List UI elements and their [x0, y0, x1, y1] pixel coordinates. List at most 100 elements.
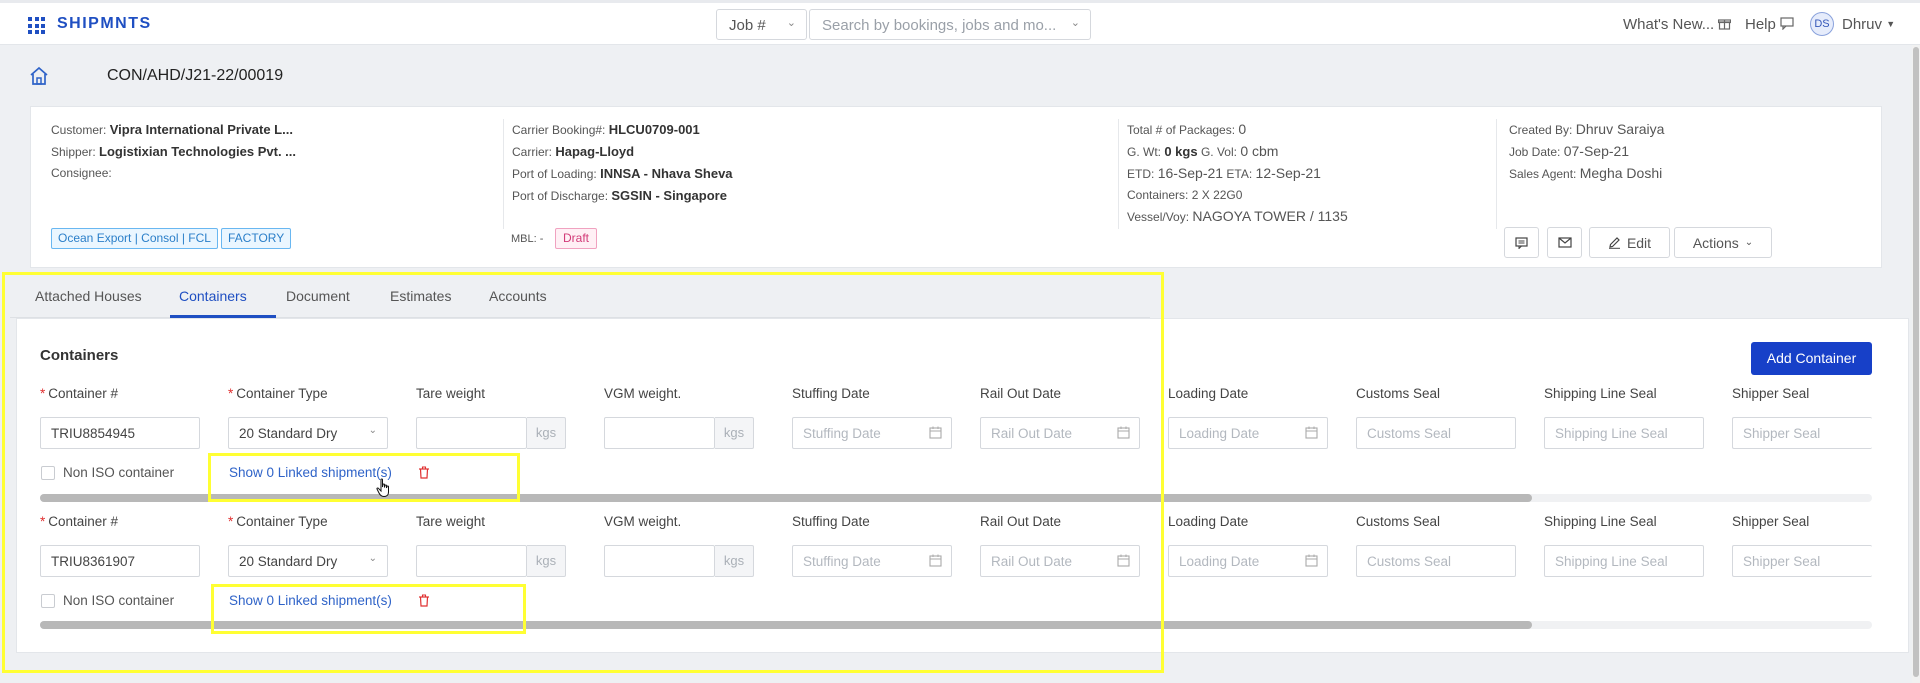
page-scrollbar-thumb[interactable]	[1913, 47, 1919, 677]
tab-bar-background	[1150, 274, 1910, 318]
page-scrollbar[interactable]	[1912, 45, 1920, 683]
edit-button[interactable]: Edit	[1589, 227, 1670, 258]
mail-icon	[1557, 237, 1572, 248]
pod-label: Port of Discharge:	[512, 189, 609, 203]
customer-label: Customer:	[51, 123, 107, 137]
actions-label: Actions	[1692, 234, 1739, 251]
consignee-label: Consignee:	[51, 166, 112, 180]
shipping-line-seal-label: Shipping Line Seal	[1544, 386, 1657, 401]
chevron-down-icon: ⌄	[1070, 17, 1080, 29]
notes-icon	[1515, 236, 1528, 249]
packages-value: 0	[1238, 121, 1247, 137]
user-name: Dhruv	[1842, 16, 1883, 33]
global-search-input[interactable]: Search by bookings, jobs and mo... ⌄	[809, 9, 1091, 40]
loading-date-placeholder: Loading Date	[1179, 426, 1260, 441]
gross-weight-value: 0 kgs	[1164, 144, 1198, 159]
job-date-value: 07-Sep-21	[1563, 143, 1630, 159]
email-button[interactable]	[1547, 227, 1582, 258]
divider	[1118, 119, 1119, 229]
highlight-linked-shipments-row-1	[208, 453, 520, 502]
created-by-label: Created By:	[1509, 123, 1573, 137]
etd-value: 16-Sep-21	[1157, 165, 1224, 181]
carrier-label: Carrier:	[512, 145, 553, 159]
calendar-icon	[1305, 554, 1318, 567]
job-type-select[interactable]: Job # ⌄	[716, 9, 807, 40]
loading-date-input[interactable]: Loading Date	[1168, 545, 1328, 577]
shipment-summary-card: Customer: Vipra International Private L.…	[30, 106, 1882, 268]
whats-new-link[interactable]: What's New...	[1623, 16, 1732, 33]
mbl-label: MBL: -	[511, 233, 544, 245]
job-date-label: Job Date:	[1509, 145, 1561, 159]
shipper-value[interactable]: Logistixian Technologies Pvt. ...	[99, 144, 296, 159]
shipper-label: Shipper:	[51, 145, 96, 159]
chevron-down-icon: ⌄	[786, 17, 796, 29]
home-icon[interactable]	[29, 66, 49, 86]
pencil-icon	[1608, 237, 1620, 249]
loading-date-placeholder: Loading Date	[1179, 554, 1260, 569]
carrier-booking-value: HLCU0709-001	[608, 122, 700, 137]
shipping-line-seal-input[interactable]: Shipping Line Seal	[1544, 417, 1704, 449]
help-label: Help	[1745, 16, 1776, 33]
carrier-booking-label: Carrier Booking#:	[512, 123, 606, 137]
vessel-label: Vessel/Voy:	[1127, 210, 1190, 224]
brand-logo[interactable]: SHIPMNTS	[57, 15, 152, 33]
notes-button[interactable]	[1504, 227, 1539, 258]
sales-agent-label: Sales Agent:	[1509, 167, 1577, 181]
job-type-value: Job #	[729, 17, 766, 34]
loading-date-input[interactable]: Loading Date	[1168, 417, 1328, 449]
whats-new-label: What's New...	[1623, 16, 1715, 33]
carrier-value: Hapag-Lloyd	[555, 144, 635, 159]
top-navigation: SHIPMNTS Job # ⌄ Search by bookings, job…	[0, 3, 1920, 45]
gross-weight-label: G. Wt:	[1127, 145, 1161, 159]
highlight-linked-shipments-row-2	[211, 584, 526, 634]
pol-label: Port of Loading:	[512, 167, 597, 181]
edit-label: Edit	[1626, 234, 1652, 251]
status-badge: Draft	[555, 228, 598, 249]
service-tag: Ocean Export | Consol | FCL	[51, 228, 218, 249]
page-title: CON/AHD/J21-22/00019	[107, 67, 284, 84]
eta-value: 12-Sep-21	[1255, 165, 1321, 181]
avatar[interactable]: DS	[1810, 12, 1834, 36]
help-link[interactable]: Help	[1745, 16, 1794, 33]
sales-agent-value: Megha Doshi	[1579, 165, 1663, 181]
search-placeholder: Search by bookings, jobs and mo...	[822, 17, 1057, 34]
packages-label: Total # of Packages:	[1127, 123, 1236, 137]
customs-seal-input[interactable]: Customs Seal	[1356, 545, 1516, 577]
chat-icon	[1780, 17, 1794, 31]
customs-seal-label: Customs Seal	[1356, 386, 1441, 401]
actions-dropdown[interactable]: Actions ⌄	[1674, 227, 1772, 258]
factory-tag: FACTORY	[221, 228, 292, 249]
shipping-line-seal-label: Shipping Line Seal	[1544, 514, 1657, 529]
summary-meta-column: Created By: Dhruv Saraiya Job Date: 07-S…	[1509, 119, 1664, 185]
created-by-value: Dhruv Saraiya	[1575, 121, 1665, 137]
add-container-button[interactable]: Add Container	[1751, 342, 1872, 375]
caret-down-icon: ▼	[1886, 19, 1896, 29]
summary-party-column: Customer: Vipra International Private L.…	[51, 119, 296, 184]
pol-value: INNSA - Nhava Sheva	[600, 166, 733, 181]
gross-volume-value: 0 cbm	[1240, 143, 1279, 159]
containers-value: 2 X 22G0	[1191, 188, 1243, 202]
shipper-seal-input[interactable]: Shipper Seal	[1732, 417, 1872, 449]
etd-label: ETD:	[1127, 167, 1155, 181]
customs-seal-label: Customs Seal	[1356, 514, 1441, 529]
eta-label: ETA:	[1226, 167, 1253, 181]
highlight-containers-tab	[2, 272, 1164, 673]
loading-date-label: Loading Date	[1168, 514, 1249, 529]
summary-carrier-column: Carrier Booking#: HLCU0709-001 Carrier: …	[512, 119, 733, 207]
customs-seal-input[interactable]: Customs Seal	[1356, 417, 1516, 449]
customer-value[interactable]: Vipra International Private L...	[110, 122, 293, 137]
summary-cargo-column: Total # of Packages: 0 G. Wt: 0 kgs G. V…	[1127, 119, 1348, 228]
app-grid-icon[interactable]	[28, 17, 45, 34]
gift-icon	[1718, 19, 1732, 30]
loading-date-label: Loading Date	[1168, 386, 1249, 401]
pod-value: SGSIN - Singapore	[611, 188, 727, 203]
chevron-down-icon: ⌄	[1744, 237, 1754, 248]
divider	[503, 119, 504, 229]
shipper-seal-input[interactable]: Shipper Seal	[1732, 545, 1872, 577]
shipping-line-seal-input[interactable]: Shipping Line Seal	[1544, 545, 1704, 577]
vessel-value: NAGOYA TOWER / 1135	[1192, 208, 1348, 224]
shipper-seal-label: Shipper Seal	[1732, 514, 1810, 529]
containers-label: Containers:	[1127, 188, 1189, 202]
user-menu[interactable]: Dhruv ▼	[1842, 16, 1895, 33]
calendar-icon	[1305, 426, 1318, 439]
